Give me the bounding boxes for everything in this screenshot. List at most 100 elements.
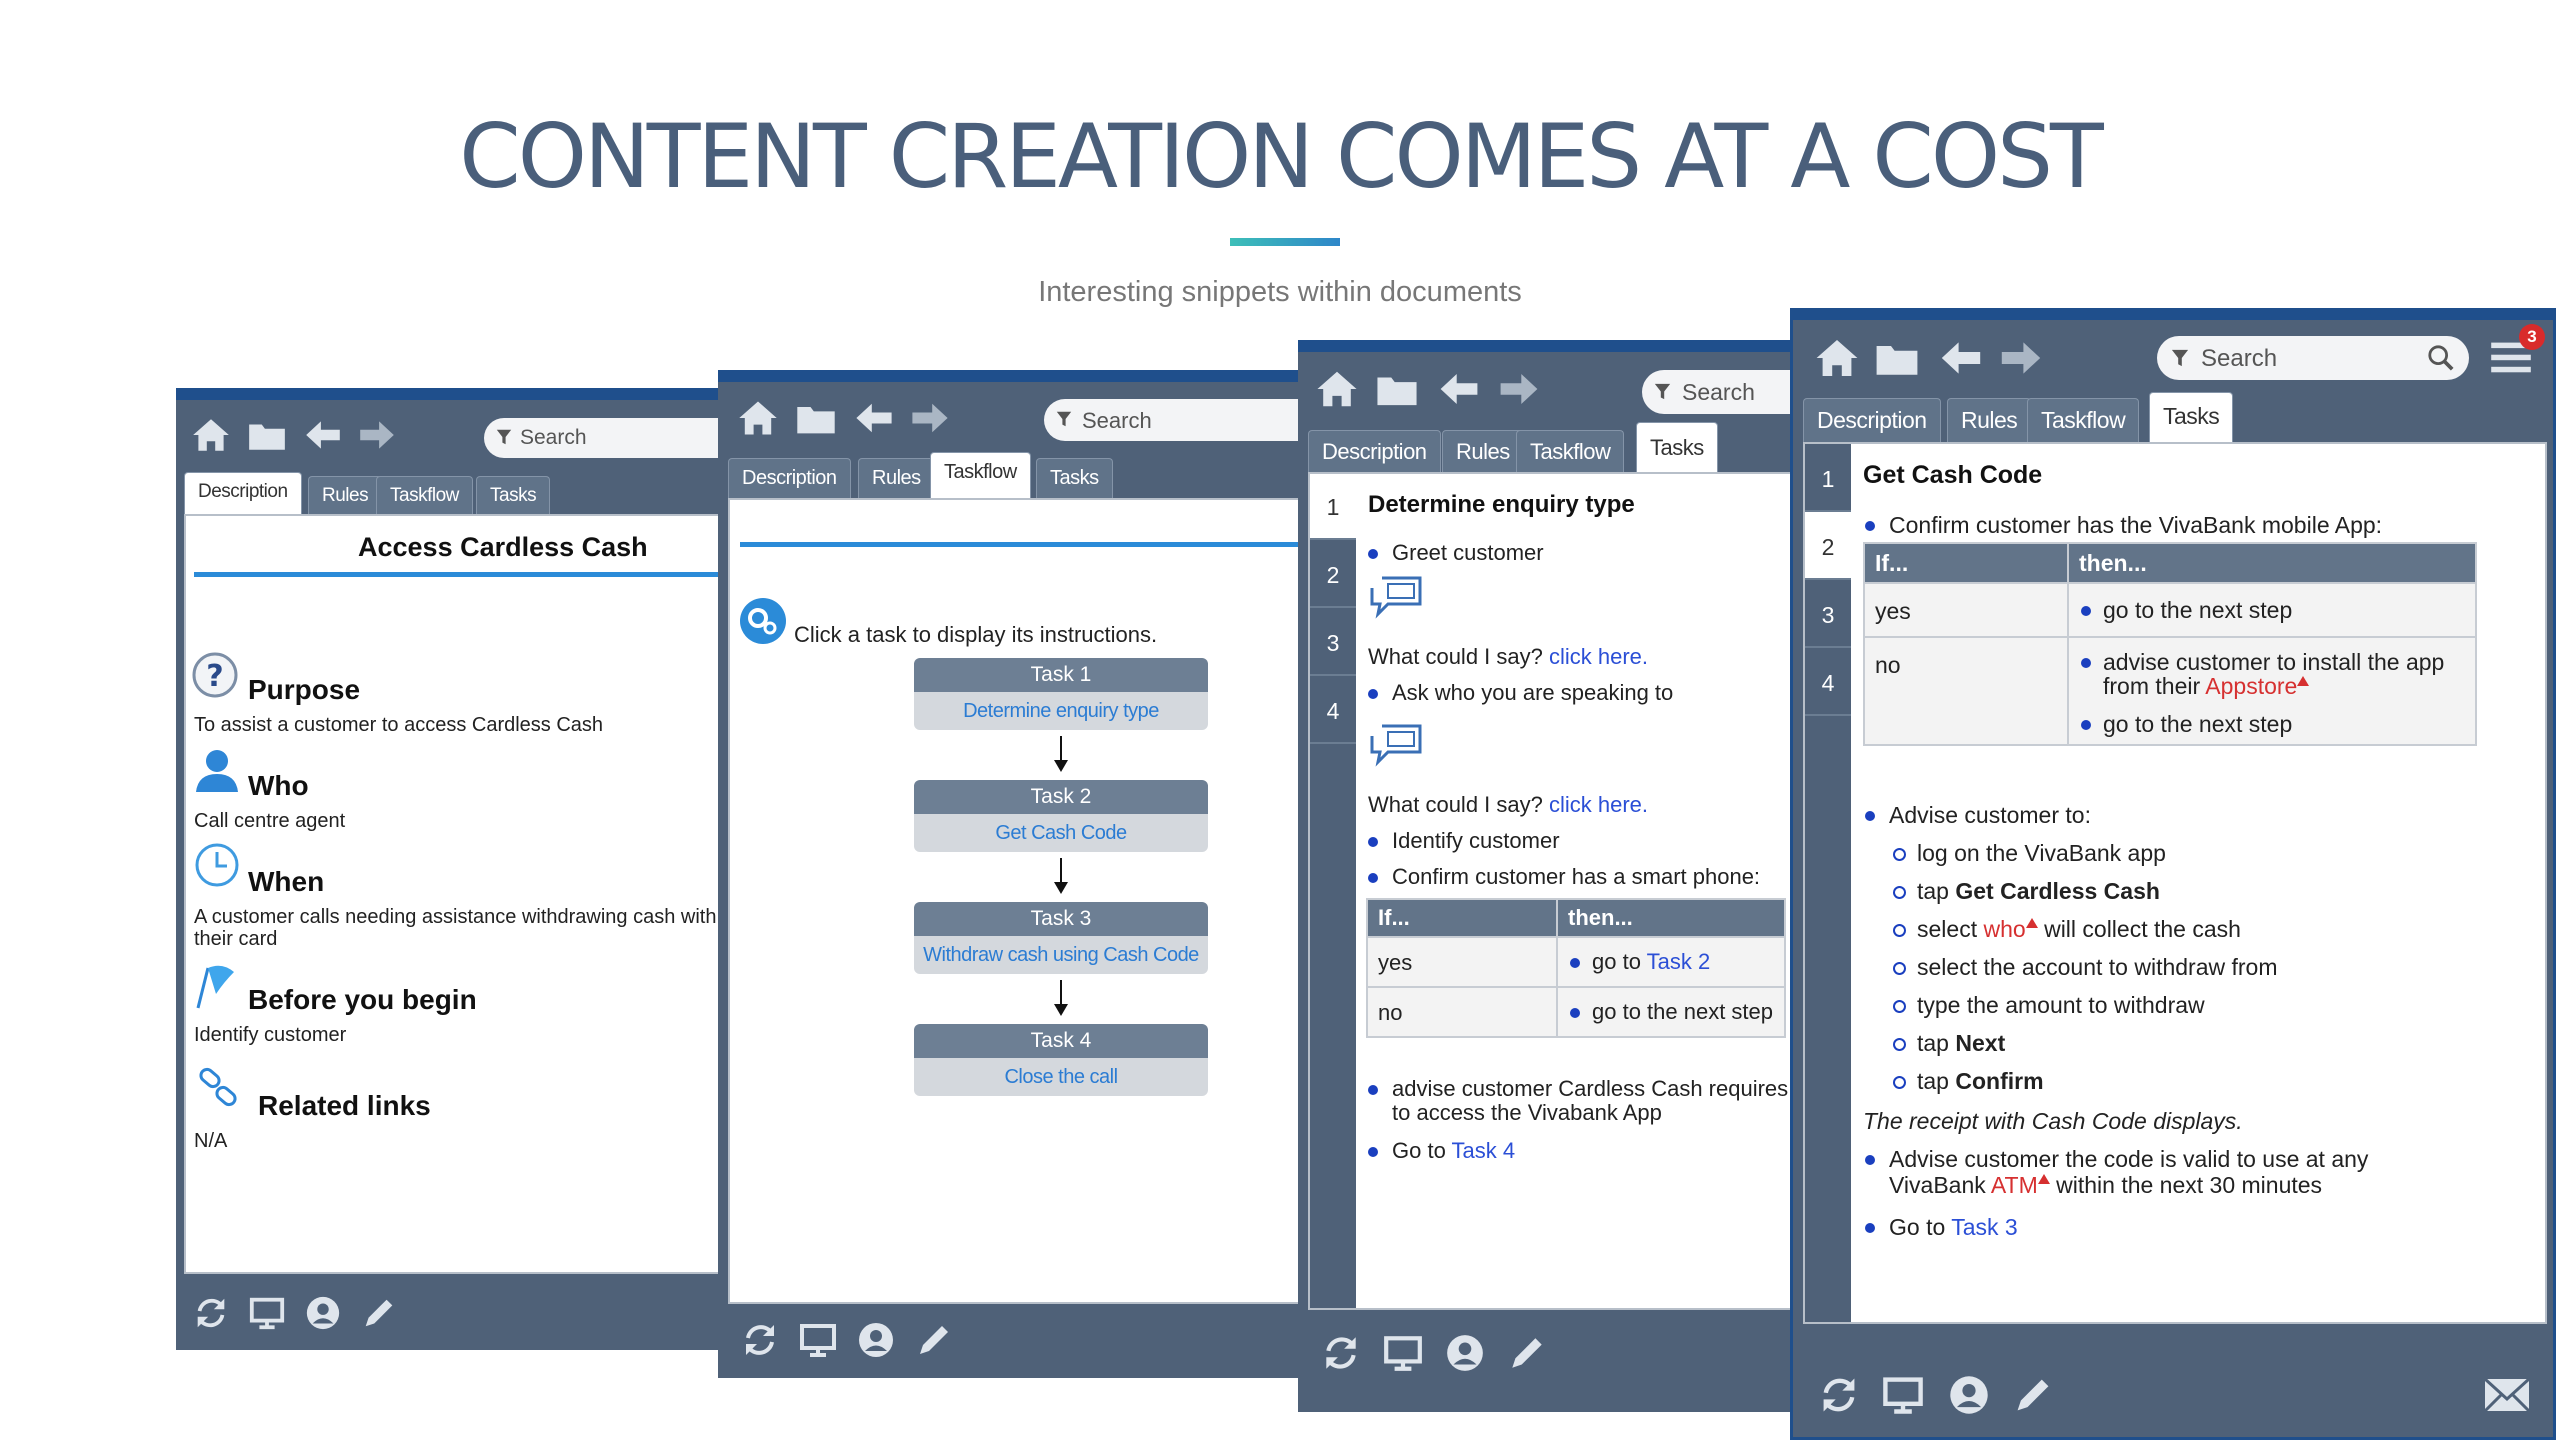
step-2[interactable]: 2 — [1310, 540, 1356, 608]
back-arrow-icon[interactable] — [302, 414, 344, 456]
monitor-icon[interactable] — [798, 1320, 838, 1360]
speech-bubble-icon[interactable] — [1368, 722, 1426, 768]
home-icon[interactable] — [1314, 366, 1360, 412]
tab-description[interactable]: Description — [1308, 430, 1441, 472]
step-3[interactable]: 3 — [1310, 608, 1356, 676]
step-4[interactable]: 4 — [1805, 648, 1851, 716]
tab-taskflow[interactable]: Taskflow — [2027, 398, 2140, 442]
user-icon[interactable] — [1947, 1373, 1991, 1417]
search-input[interactable]: Search — [484, 418, 720, 458]
click-here-link[interactable]: click here. — [1549, 644, 1648, 669]
forward-arrow-icon[interactable] — [908, 396, 952, 440]
forward-arrow-icon[interactable] — [356, 414, 398, 456]
speech-bubble-icon[interactable] — [1368, 574, 1426, 620]
task-1-link[interactable]: Determine enquiry type — [914, 692, 1208, 730]
folder-icon[interactable] — [1374, 366, 1420, 412]
user-icon[interactable] — [1444, 1332, 1486, 1374]
step-1[interactable]: 1 — [1310, 474, 1356, 540]
tab-tasks[interactable]: Tasks — [476, 476, 551, 514]
search-icon[interactable] — [2427, 344, 2455, 372]
filter-icon[interactable] — [1056, 410, 1072, 428]
folder-icon[interactable] — [794, 396, 838, 440]
table-row: yes go to the next step — [1863, 582, 2477, 638]
tab-rules[interactable]: Rules — [308, 476, 383, 514]
search-placeholder: Search — [520, 426, 587, 449]
filter-icon[interactable] — [496, 428, 512, 446]
user-icon[interactable] — [304, 1294, 342, 1332]
filter-icon[interactable] — [2171, 348, 2189, 368]
task-4-link[interactable]: Close the call — [914, 1058, 1208, 1096]
pencil-icon[interactable] — [360, 1294, 398, 1332]
tab-tasks[interactable]: Tasks — [2149, 392, 2234, 442]
refresh-icon[interactable] — [192, 1294, 230, 1332]
who-link[interactable]: who — [1983, 916, 2025, 942]
sub-step-bold: Confirm — [1955, 1068, 2044, 1094]
popup-marker-icon — [2037, 1174, 2050, 1184]
task-2-label: Task 2 — [914, 780, 1208, 814]
greet-customer: Greet customer — [1368, 540, 1544, 565]
sub-step-bold: Get Cardless Cash — [1955, 878, 2160, 904]
refresh-icon[interactable] — [740, 1320, 780, 1360]
search-input[interactable]: Search — [1044, 399, 1300, 441]
task-3-link[interactable]: Withdraw cash using Cash Code — [914, 936, 1208, 974]
if-column-header: If... — [1863, 542, 2069, 584]
click-here-link[interactable]: click here. — [1549, 792, 1648, 817]
folder-icon[interactable] — [1873, 334, 1921, 382]
tab-rules[interactable]: Rules — [1442, 430, 1524, 472]
task-4-link[interactable]: Task 4 — [1452, 1138, 1516, 1163]
tab-taskflow[interactable]: Taskflow — [930, 452, 1031, 498]
home-icon[interactable] — [1813, 334, 1861, 382]
tab-taskflow[interactable]: Taskflow — [376, 476, 473, 514]
appstore-link[interactable]: Appstore — [2205, 673, 2297, 699]
monitor-icon[interactable] — [248, 1294, 286, 1332]
monitor-icon[interactable] — [1382, 1332, 1424, 1374]
app-decision-table: If... then... yes go to the next step no… — [1863, 542, 2477, 746]
then-cell: advise customer to install the app from … — [2067, 636, 2477, 746]
advise-customer: Advise customer to: — [1865, 802, 2091, 828]
task-4-box[interactable]: Task 4 Close the call — [914, 1024, 1208, 1096]
tab-rules[interactable]: Rules — [1947, 398, 2032, 442]
atm-link[interactable]: ATM — [1991, 1172, 2038, 1198]
monitor-icon[interactable] — [1881, 1373, 1925, 1417]
search-placeholder: Search — [1082, 408, 1152, 433]
user-icon[interactable] — [856, 1320, 896, 1360]
sub-step-bold: Next — [1955, 1030, 2006, 1056]
toolbar: Search — [718, 382, 1300, 452]
search-input[interactable]: Search — [2157, 336, 2469, 380]
tab-description[interactable]: Description — [1803, 398, 1941, 442]
footer-toolbar — [1793, 1355, 2553, 1435]
back-arrow-icon[interactable] — [1937, 334, 1985, 382]
forward-arrow-icon[interactable] — [1496, 366, 1542, 412]
task-2-link[interactable]: Task 2 — [1647, 949, 1711, 974]
search-input[interactable]: Search — [1642, 370, 1792, 414]
back-arrow-icon[interactable] — [1436, 366, 1482, 412]
mail-icon[interactable] — [2483, 1375, 2531, 1415]
refresh-icon[interactable] — [1817, 1373, 1861, 1417]
tab-tasks[interactable]: Tasks — [1636, 422, 1718, 472]
task-3-link[interactable]: Task 3 — [1951, 1214, 2017, 1240]
tab-description[interactable]: Description — [184, 472, 302, 514]
back-arrow-icon[interactable] — [852, 396, 896, 440]
step-3[interactable]: 3 — [1805, 580, 1851, 648]
tab-description[interactable]: Description — [728, 458, 851, 498]
folder-icon[interactable] — [246, 414, 288, 456]
step-4[interactable]: 4 — [1310, 676, 1356, 744]
tab-rules[interactable]: Rules — [858, 458, 935, 498]
task-1-box[interactable]: Task 1 Determine enquiry type — [914, 658, 1208, 730]
step-2[interactable]: 2 — [1805, 512, 1851, 580]
step-1[interactable]: 1 — [1805, 444, 1851, 512]
task-3-box[interactable]: Task 3 Withdraw cash using Cash Code — [914, 902, 1208, 974]
pencil-icon[interactable] — [2011, 1373, 2055, 1417]
home-icon[interactable] — [190, 414, 232, 456]
pencil-icon[interactable] — [914, 1320, 954, 1360]
task-2-link[interactable]: Get Cash Code — [914, 814, 1208, 852]
taskflow-intro: Click a task to display its instructions… — [794, 622, 1158, 647]
filter-icon[interactable] — [1654, 382, 1671, 401]
refresh-icon[interactable] — [1320, 1332, 1362, 1374]
tab-tasks[interactable]: Tasks — [1036, 458, 1113, 498]
task-2-box[interactable]: Task 2 Get Cash Code — [914, 780, 1208, 852]
home-icon[interactable] — [736, 396, 780, 440]
pencil-icon[interactable] — [1506, 1332, 1548, 1374]
forward-arrow-icon[interactable] — [1997, 334, 2045, 382]
tab-taskflow[interactable]: Taskflow — [1516, 430, 1625, 472]
